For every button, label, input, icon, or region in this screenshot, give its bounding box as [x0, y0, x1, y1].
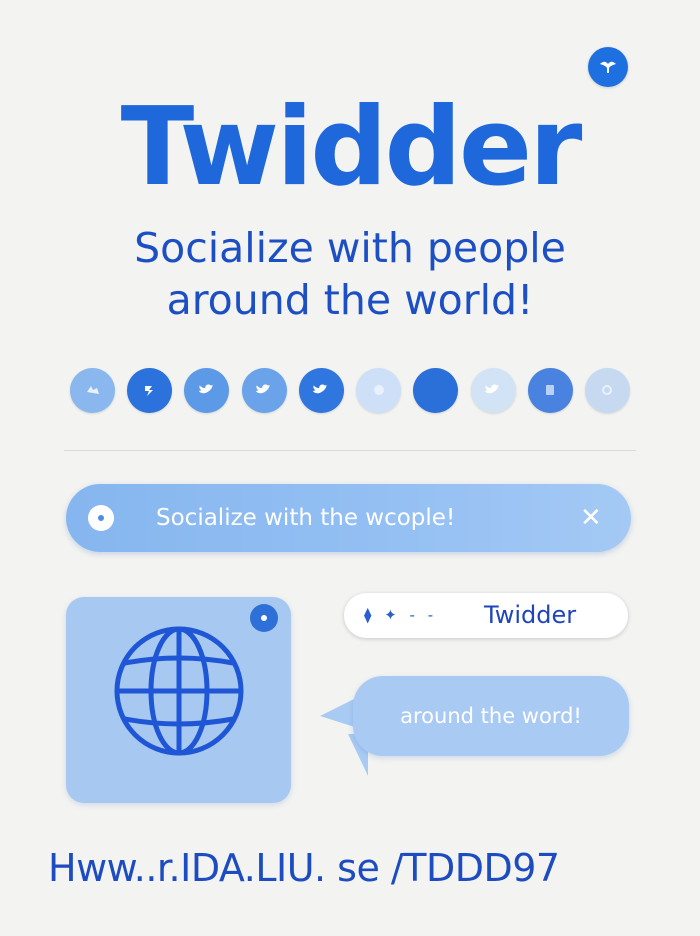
- app-title: Twidder: [120, 85, 583, 210]
- brand-pill[interactable]: ⧫ ✦ - - Twidder: [344, 593, 628, 638]
- search-icon: [88, 505, 114, 531]
- bubble-text: around the word!: [400, 704, 582, 728]
- divider: [64, 450, 636, 451]
- social-icon-row: [70, 367, 630, 413]
- chat-bubble: around the word!: [353, 676, 629, 756]
- icon-7-icon[interactable]: [413, 367, 459, 413]
- search-bar[interactable]: Socialize with the wcople! ✕: [66, 484, 631, 552]
- search-input[interactable]: Socialize with the wcople!: [156, 484, 455, 552]
- bird-icon[interactable]: [470, 367, 516, 413]
- bird-icon[interactable]: [184, 367, 230, 413]
- tagline-line-2: around the world!: [166, 276, 534, 324]
- tagline-line-1: Socialize with people: [134, 224, 566, 272]
- status-badge: [250, 604, 278, 632]
- icon-2-icon[interactable]: [127, 367, 173, 413]
- pill-label: Twidder: [484, 601, 577, 629]
- close-icon[interactable]: ✕: [580, 484, 602, 552]
- icon-9-icon[interactable]: [527, 367, 573, 413]
- icon-6-icon[interactable]: [356, 367, 402, 413]
- icon-10-icon[interactable]: [584, 367, 630, 413]
- pill-icons: ⧫ ✦ - -: [364, 606, 438, 624]
- bird-icon[interactable]: [241, 367, 287, 413]
- icon-1-icon[interactable]: [70, 367, 115, 413]
- globe-icon: [114, 626, 244, 756]
- tagline: Socialize with people around the world!: [0, 222, 700, 326]
- footer-url[interactable]: Hww..r.IDA.LIU. se /TDDD97: [48, 838, 668, 898]
- bird-icon: [600, 61, 616, 73]
- bird-icon[interactable]: [298, 367, 344, 413]
